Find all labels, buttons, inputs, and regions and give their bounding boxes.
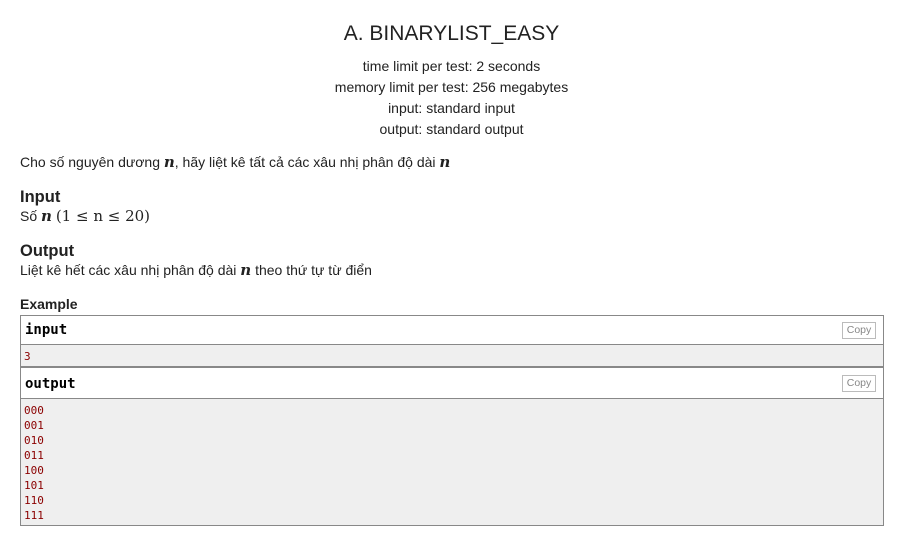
output-line: 001 [24,419,44,432]
output-var-n: n [240,261,252,279]
input-line: 3 [24,350,31,363]
problem-title: A. BINARYLIST_EASY [343,22,560,45]
input-section-title: Input [20,188,61,206]
input-file: input: standard input [388,100,515,116]
time-limit: time limit per test: 2 seconds [362,58,541,74]
example-input-label: input [25,322,68,338]
example-input-box: input Copy 3 [20,315,884,367]
output-line: 101 [24,479,44,492]
legend-text-before: Cho số nguyên dương [20,154,164,170]
output-line: 111 [24,509,44,522]
output-line: 010 [24,434,44,447]
output-line: 000 [24,404,44,417]
copy-output-button[interactable]: Copy [842,375,876,392]
output-section-title: Output [20,242,75,260]
input-text-before: Số [20,208,42,224]
legend-var-n-2: n [439,153,451,171]
example-input-header: input Copy [21,316,883,345]
problem-legend: Cho số nguyên dương n, hãy liệt kê tất c… [20,152,450,172]
example-output-header: output Copy [21,368,883,399]
copy-input-button[interactable]: Copy [842,322,876,339]
output-line: 011 [24,449,44,462]
example-output-box: output Copy 000 001 010 011 100 101 110 … [20,367,884,526]
example-output-label: output [25,376,76,392]
memory-limit: memory limit per test: 256 megabytes [334,79,569,95]
output-line: 100 [24,464,44,477]
input-var-n: n [41,207,52,225]
input-constraint: (1 ≤ n ≤ 20) [55,207,151,225]
problem-header: A. BINARYLIST_EASY time limit per test: … [0,20,900,140]
input-section-text: Số n (1 ≤ n ≤ 20) [20,206,150,226]
output-line: 110 [24,494,44,507]
output-section-text: Liệt kê hết các xâu nhị phân độ dài n th… [20,260,372,280]
output-text-after: theo thứ tự từ điển [251,262,372,278]
output-text-before: Liệt kê hết các xâu nhị phân độ dài [20,262,241,278]
problem-limits: time limit per test: 2 seconds memory li… [0,56,900,140]
output-file: output: standard output [379,121,524,137]
legend-var-n: n [163,153,175,171]
example-output-content[interactable]: 000 001 010 011 100 101 110 111 [21,399,883,525]
example-input-content[interactable]: 3 [21,345,883,366]
example-title: Example [20,296,78,312]
legend-text-middle: , hãy liệt kê tất cả các xâu nhị phân độ… [174,154,440,170]
